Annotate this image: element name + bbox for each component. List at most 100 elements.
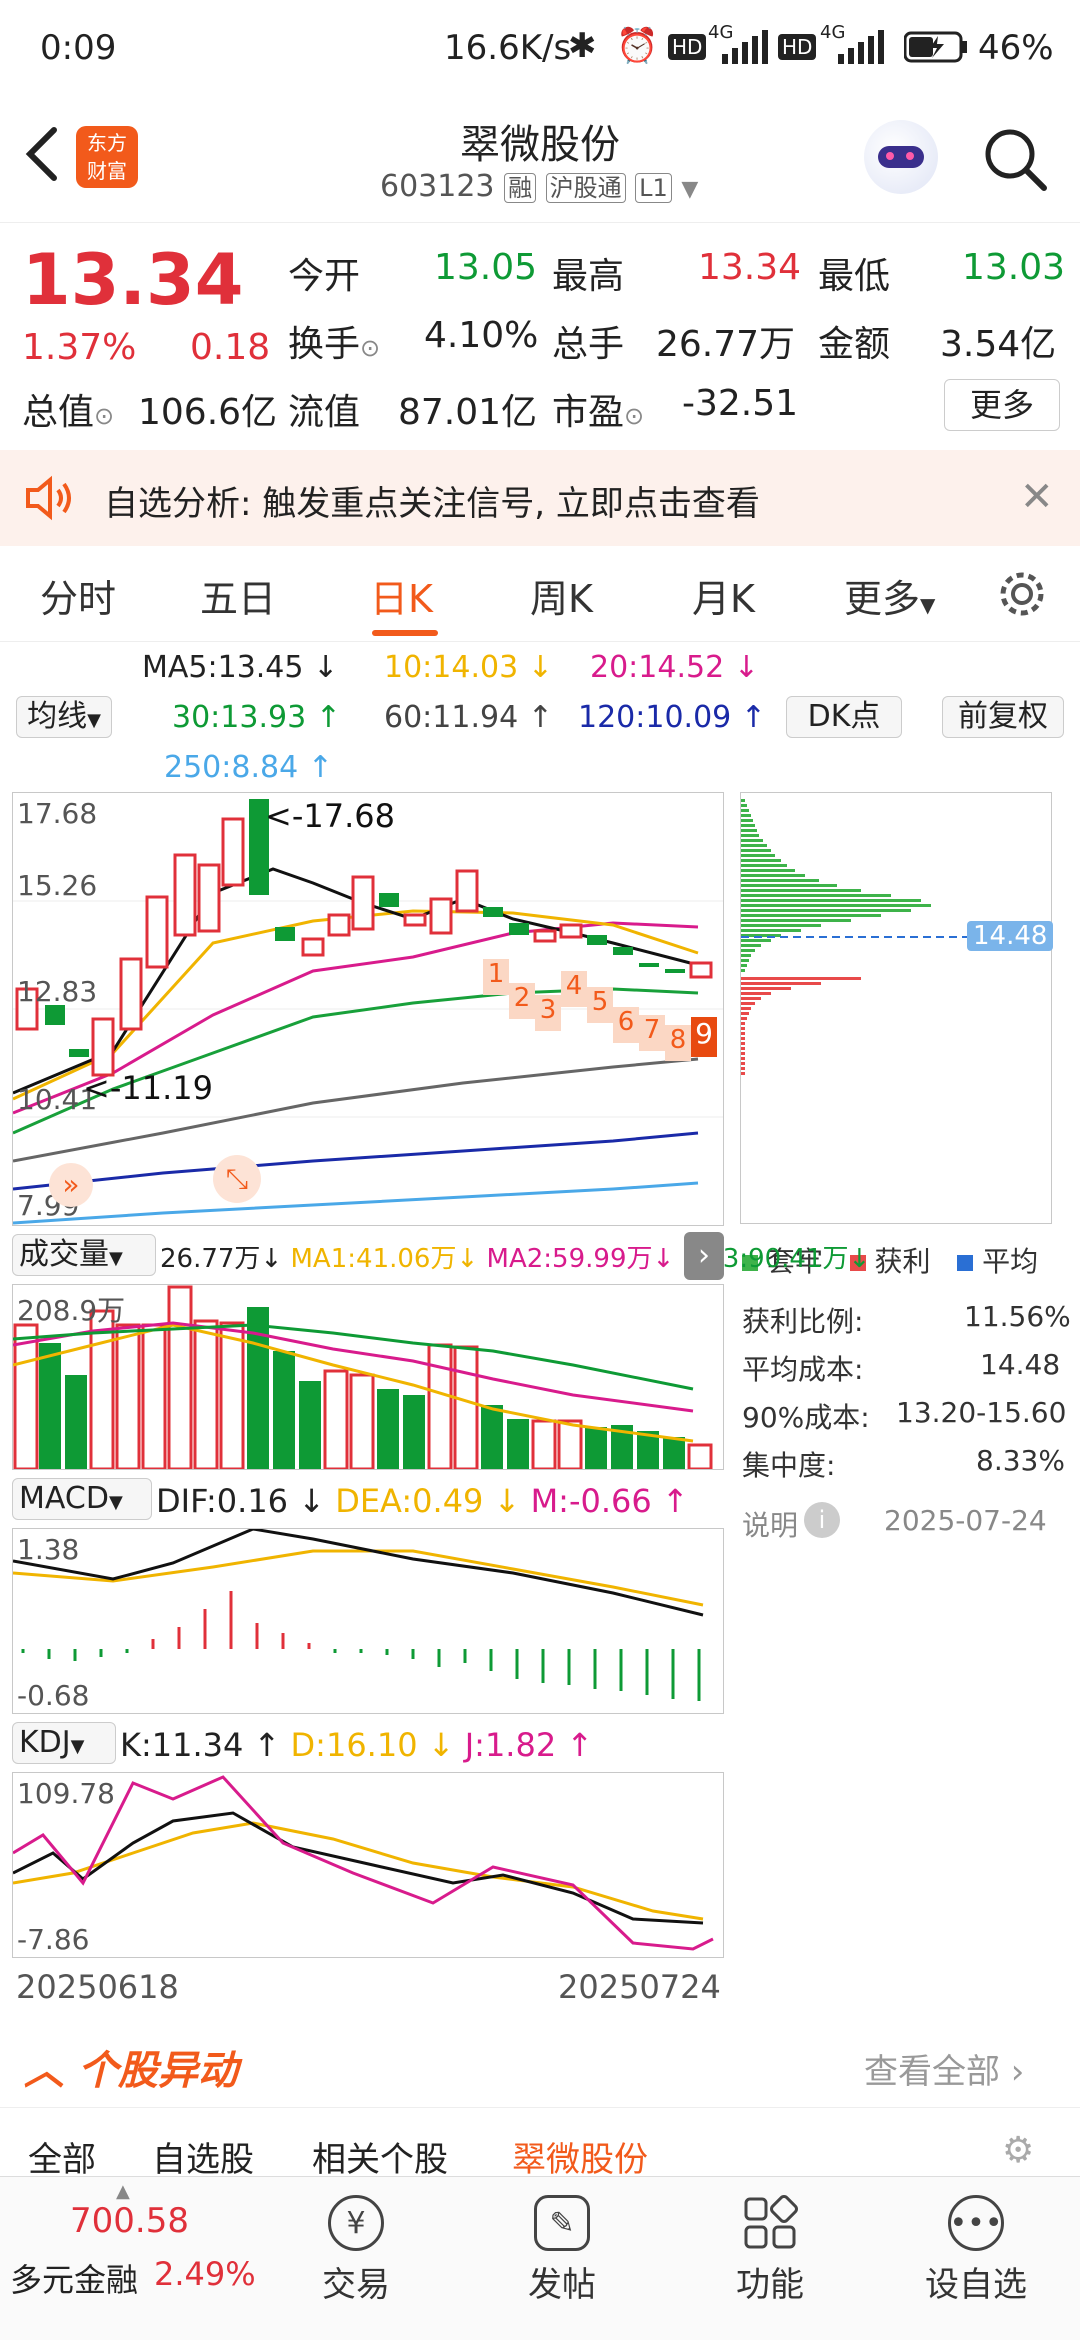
tag-connect: 沪股通	[545, 173, 626, 203]
indicator-select-kdj[interactable]: KDJ▼	[12, 1722, 116, 1764]
tab-intraday[interactable]: 分时	[40, 568, 116, 623]
chip-bar	[741, 969, 745, 972]
nav-post[interactable]: ✎ 发帖	[492, 2177, 632, 2306]
candle	[221, 817, 245, 887]
candle	[275, 927, 295, 941]
info-icon[interactable]: ⊙	[360, 334, 380, 362]
chip-bar	[741, 829, 757, 832]
ma120-text: 120:10.09	[578, 700, 732, 735]
sub-tab-watchlist[interactable]: 自选股	[152, 2132, 254, 2176]
candle	[665, 969, 685, 973]
gear-icon[interactable]	[996, 568, 1048, 620]
dk-point-button[interactable]: DK点	[786, 696, 902, 738]
sub-tab-all[interactable]: 全部	[28, 2132, 96, 2176]
expand-icon[interactable]: »	[49, 1163, 93, 1207]
chip-bar	[741, 987, 791, 990]
nav-add-watch[interactable]: ••• 设自选	[906, 2177, 1046, 2306]
tab-weekly-k[interactable]: 周K	[530, 568, 593, 623]
ma60-value: 60:11.94 ↑	[384, 700, 553, 735]
candle	[429, 897, 453, 935]
index-name: 多元金融	[10, 2261, 139, 2299]
sub-tab-related[interactable]: 相关个股	[312, 2132, 448, 2176]
chip-bar	[741, 904, 931, 907]
dropdown-icon[interactable]: ▼	[681, 177, 698, 202]
indicator-select-volume[interactable]: 成交量▼	[12, 1234, 156, 1276]
chip-bar	[741, 1072, 745, 1075]
info-icon[interactable]: i	[804, 1502, 840, 1538]
candle	[119, 957, 143, 1031]
legend-average: 平均	[982, 1245, 1039, 1278]
view-all-link[interactable]: 查看全部 ›	[864, 2044, 1024, 2093]
resize-icon[interactable]: ⤡	[213, 1155, 261, 1203]
tab-more[interactable]: 更多▼	[844, 568, 935, 623]
chip-bar	[741, 997, 761, 1000]
candle	[639, 963, 659, 967]
period-tabs: 分时 五日 日K 周K 月K 更多▼	[0, 546, 1080, 642]
settings-icon[interactable]: ⚙	[1002, 2130, 1034, 2171]
chip-bar	[741, 839, 763, 842]
index-ticker[interactable]: ▲ 700.58 多元金融 2.49%	[0, 2177, 270, 2340]
nav-trade-label: 交易	[322, 2265, 390, 2305]
brand-logo: 东方财富	[76, 126, 138, 188]
nav-functions[interactable]: 功能	[700, 2177, 840, 2306]
chip-bar	[741, 939, 771, 942]
status-time: 0:09	[40, 28, 117, 68]
caret-up-icon: ▲	[116, 2181, 130, 2202]
more-button[interactable]: 更多	[944, 379, 1060, 431]
chevron-right-icon[interactable]: ›	[684, 1232, 724, 1280]
concentration-value: 8.33%	[976, 1444, 1065, 1477]
battery-percent: 46%	[978, 28, 1054, 68]
candle	[689, 961, 713, 979]
high-label: 最高	[552, 256, 625, 297]
volume-bar	[89, 1309, 115, 1471]
profit-ratio-label: 获利比例:	[742, 1305, 864, 1338]
alarm-icon: ⏰	[616, 26, 659, 66]
notice-bar[interactable]: 自选分析: 触发重点关注信号, 立即点击查看 ✕	[0, 450, 1080, 546]
robot-avatar-icon[interactable]	[864, 120, 938, 194]
sub-tab-stock[interactable]: 翠微股份	[512, 2132, 648, 2176]
mktcap-value: 106.6亿	[138, 392, 278, 433]
candle	[351, 875, 375, 931]
back-icon[interactable]	[22, 124, 62, 184]
ma10-value: 10:14.03 ↓	[384, 650, 553, 685]
open-value: 13.05	[434, 247, 538, 288]
chip-bar	[741, 1052, 745, 1055]
close-icon[interactable]: ✕	[1020, 474, 1054, 520]
sub-tabs: 全部 自选股 相关个股 翠微股份 ⚙	[0, 2120, 1080, 2176]
count-badge: 5	[587, 987, 613, 1023]
chip-bar	[741, 929, 801, 932]
info-icon[interactable]: ⊙	[94, 402, 114, 430]
avg-cost-label: 平均成本:	[742, 1353, 864, 1386]
chip-bar	[741, 869, 795, 872]
indicator-select-macd[interactable]: MACD▼	[12, 1478, 152, 1520]
cost90-value: 13.20-15.60	[896, 1396, 1067, 1429]
volume-bar	[507, 1419, 529, 1469]
count-badge-final: 9	[691, 1017, 717, 1057]
volume-bar	[115, 1323, 141, 1471]
kline-chart[interactable]: 17.68 15.26 12.83 10.41 7.99 <-17.68 <-1…	[12, 792, 724, 1226]
adjust-button[interactable]: 前复权	[942, 696, 1064, 738]
chip-bar	[741, 1027, 745, 1030]
volume-bar	[13, 1323, 39, 1471]
nav-post-label: 发帖	[528, 2265, 596, 2305]
pe-value: -32.51	[682, 383, 799, 424]
ma20-text: 20:14.52	[590, 650, 725, 685]
info-icon[interactable]: ⊙	[624, 402, 644, 430]
volume-value: 26.77万	[656, 324, 796, 365]
ma5-text: MA5:13.45	[142, 650, 304, 685]
tab-more-label: 更多	[844, 577, 921, 621]
float-value: 87.01亿	[398, 392, 538, 433]
search-icon[interactable]	[982, 126, 1048, 192]
tab-daily-k[interactable]: 日K	[370, 568, 433, 623]
volume-value-row: 26.77万↓ MA1:41.06万↓ MA2:59.99万↓ MA3:90.4…	[160, 1244, 871, 1274]
tab-monthly-k[interactable]: 月K	[692, 568, 755, 623]
chip-bar	[741, 924, 821, 927]
explain-label[interactable]: 说明	[742, 1504, 798, 1544]
nav-trade[interactable]: ¥ 交易	[286, 2177, 426, 2306]
chip-bar	[741, 909, 911, 912]
tab-five-day[interactable]: 五日	[200, 568, 276, 623]
quote-panel: 13.34 1.37% 0.18 今开 13.05 最高 13.34 最低 13…	[0, 222, 1080, 450]
ma-select[interactable]: 均线▼	[16, 696, 112, 738]
candle	[533, 929, 557, 943]
ma250-value: 250:8.84 ↑	[164, 750, 333, 785]
